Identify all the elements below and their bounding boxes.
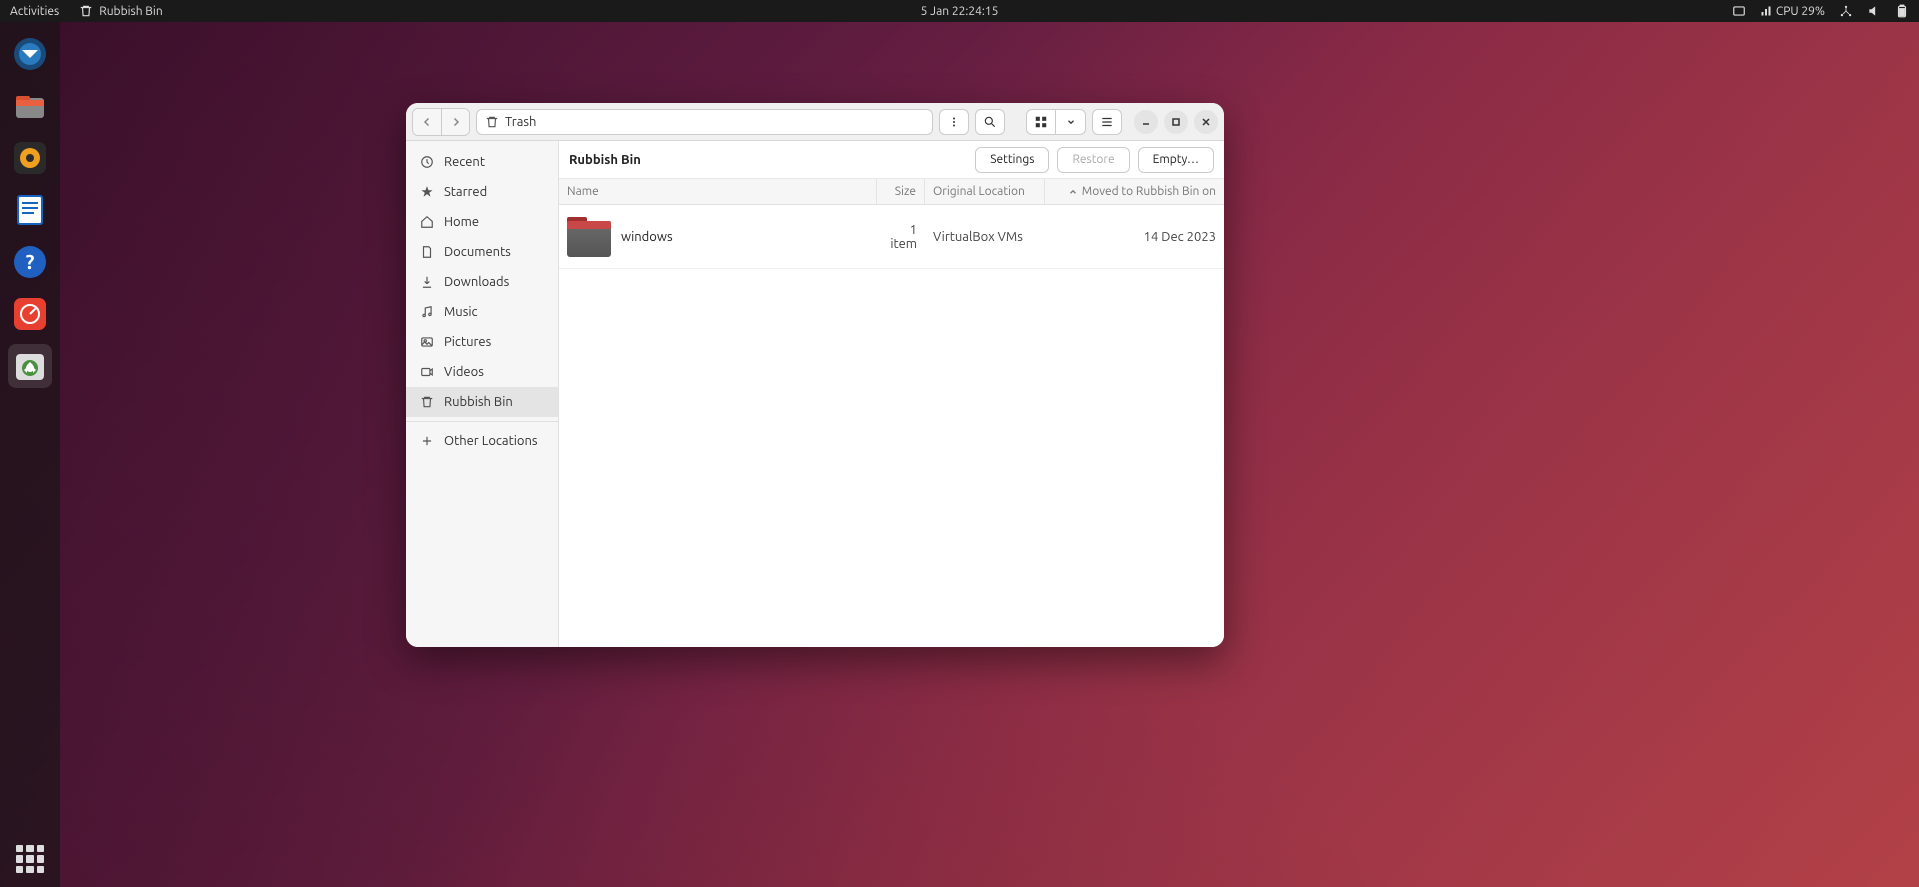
home-icon	[420, 215, 434, 229]
sidebar-item-starred[interactable]: Starred	[406, 177, 558, 207]
forward-button[interactable]	[441, 109, 469, 135]
sidebar-item-home[interactable]: Home	[406, 207, 558, 237]
picture-icon	[420, 335, 434, 349]
trash-icon	[79, 4, 93, 18]
table-row[interactable]: windows 1 item VirtualBox VMs 14 Dec 202…	[559, 205, 1224, 269]
network-icon[interactable]	[1839, 4, 1853, 18]
trash-icon	[420, 395, 434, 409]
content-header: Rubbish Bin Settings Restore Empty…	[559, 141, 1224, 179]
sidebar-item-label: Music	[444, 305, 478, 319]
row-date: 14 Dec 2023	[1045, 230, 1224, 244]
sidebar-item-downloads[interactable]: Downloads	[406, 267, 558, 297]
dock-writer[interactable]	[8, 188, 52, 232]
activities-button[interactable]: Activities	[10, 5, 59, 18]
close-button[interactable]	[1194, 110, 1218, 134]
trash-icon	[485, 115, 499, 129]
row-name: windows	[621, 230, 673, 244]
path-bar[interactable]: Trash	[476, 109, 933, 135]
nav-buttons	[412, 108, 470, 136]
cpu-label: CPU 29%	[1776, 5, 1825, 18]
dock-rubbish-bin[interactable]	[8, 344, 52, 388]
search-button[interactable]	[975, 109, 1005, 135]
icon-view-button[interactable]	[1026, 109, 1056, 135]
battery-icon[interactable]	[1895, 4, 1909, 18]
sidebar-item-label: Videos	[444, 365, 484, 379]
minimize-button[interactable]	[1134, 110, 1158, 134]
titlebar: Trash	[406, 103, 1224, 141]
back-button[interactable]	[413, 109, 441, 135]
maximize-button[interactable]	[1164, 110, 1188, 134]
row-size: 1 item	[877, 223, 925, 251]
folder-icon	[567, 217, 611, 257]
col-orig[interactable]: Original Location	[925, 179, 1045, 204]
video-icon	[420, 365, 434, 379]
dock-files[interactable]	[8, 84, 52, 128]
sidebar-item-documents[interactable]: Documents	[406, 237, 558, 267]
restore-button[interactable]: Restore	[1057, 147, 1129, 173]
empty-button[interactable]: Empty…	[1138, 147, 1214, 173]
svg-text:?: ?	[26, 250, 35, 273]
column-headers: Name Size Original Location Moved to Rub…	[559, 179, 1224, 205]
view-switcher	[1026, 109, 1086, 135]
path-menu-button[interactable]	[939, 109, 969, 135]
sidebar-item-label: Rubbish Bin	[444, 395, 513, 409]
dock-system-monitor[interactable]	[8, 292, 52, 336]
sidebar: Recent Starred Home Documents Downloads …	[406, 141, 559, 647]
view-options-button[interactable]	[1056, 109, 1086, 135]
music-icon	[420, 305, 434, 319]
hamburger-menu-button[interactable]	[1092, 109, 1122, 135]
dock-help[interactable]: ?	[8, 240, 52, 284]
screenshot-indicator-icon[interactable]	[1732, 4, 1746, 18]
col-date[interactable]: Moved to Rubbish Bin on	[1045, 179, 1224, 204]
dock: ?	[0, 22, 60, 887]
clock-icon	[420, 155, 434, 169]
plus-icon	[420, 434, 434, 448]
col-name[interactable]: Name	[559, 179, 877, 204]
show-applications-button[interactable]	[16, 845, 44, 873]
sidebar-separator	[406, 421, 558, 422]
topbar-app-label: Rubbish Bin	[99, 5, 162, 18]
col-size[interactable]: Size	[877, 179, 925, 204]
sidebar-item-rubbish-bin[interactable]: Rubbish Bin	[406, 387, 558, 417]
dock-rhythmbox[interactable]	[8, 136, 52, 180]
document-icon	[420, 245, 434, 259]
topbar-app-menu[interactable]: Rubbish Bin	[79, 4, 162, 18]
content-title: Rubbish Bin	[569, 153, 641, 167]
sidebar-item-label: Home	[444, 215, 479, 229]
sort-asc-icon	[1068, 187, 1078, 197]
sidebar-item-label: Recent	[444, 155, 485, 169]
path-label: Trash	[505, 115, 536, 129]
sidebar-item-recent[interactable]: Recent	[406, 147, 558, 177]
nautilus-window: Trash Recent	[406, 103, 1224, 647]
top-bar: Activities Rubbish Bin 5 Jan 22:24:15 CP…	[0, 0, 1919, 22]
sidebar-item-label: Other Locations	[444, 434, 538, 448]
content-pane: Rubbish Bin Settings Restore Empty… Name…	[559, 141, 1224, 647]
clock[interactable]: 5 Jan 22:24:15	[921, 5, 999, 18]
dock-thunderbird[interactable]	[8, 32, 52, 76]
sidebar-item-label: Pictures	[444, 335, 491, 349]
settings-button[interactable]: Settings	[975, 147, 1049, 173]
sidebar-item-pictures[interactable]: Pictures	[406, 327, 558, 357]
sidebar-item-other-locations[interactable]: Other Locations	[406, 426, 558, 456]
col-date-label: Moved to Rubbish Bin on	[1082, 185, 1216, 198]
download-icon	[420, 275, 434, 289]
sidebar-item-music[interactable]: Music	[406, 297, 558, 327]
row-orig: VirtualBox VMs	[925, 230, 1045, 244]
star-icon	[420, 185, 434, 199]
volume-icon[interactable]	[1867, 4, 1881, 18]
cpu-indicator[interactable]: CPU 29%	[1760, 5, 1825, 18]
sidebar-item-label: Starred	[444, 185, 487, 199]
sidebar-item-label: Downloads	[444, 275, 509, 289]
sidebar-item-label: Documents	[444, 245, 511, 259]
sidebar-item-videos[interactable]: Videos	[406, 357, 558, 387]
